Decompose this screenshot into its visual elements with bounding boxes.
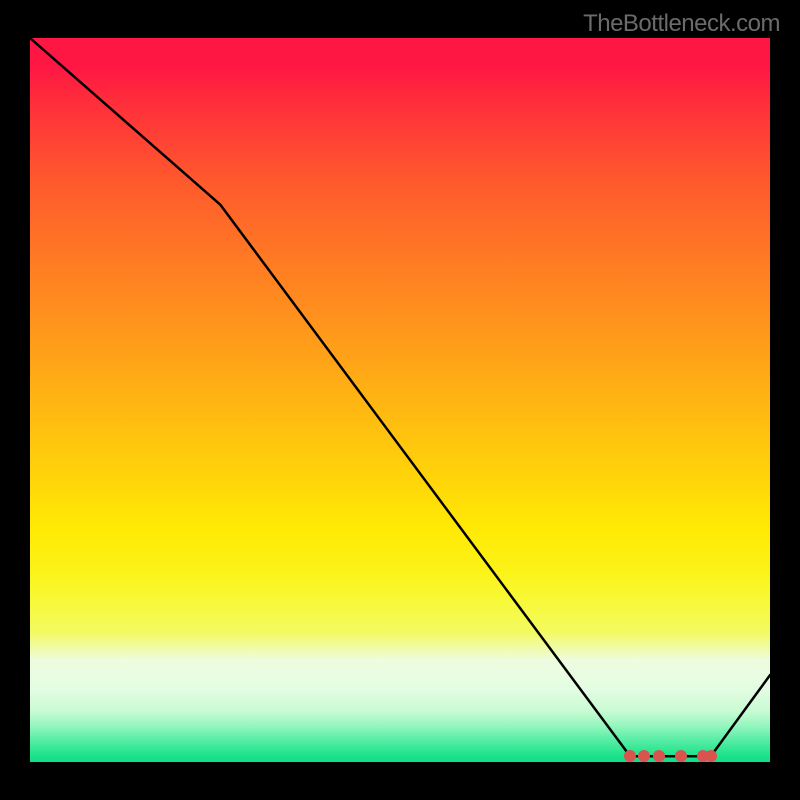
data-marker [675, 750, 687, 762]
plot-area [30, 38, 770, 762]
data-marker [653, 750, 665, 762]
watermark-text: TheBottleneck.com [583, 10, 780, 38]
data-marker [624, 750, 636, 762]
chart-container: TheBottleneck.com [0, 0, 800, 800]
data-marker [705, 750, 717, 762]
data-marker [638, 750, 650, 762]
marker-layer [30, 38, 770, 762]
